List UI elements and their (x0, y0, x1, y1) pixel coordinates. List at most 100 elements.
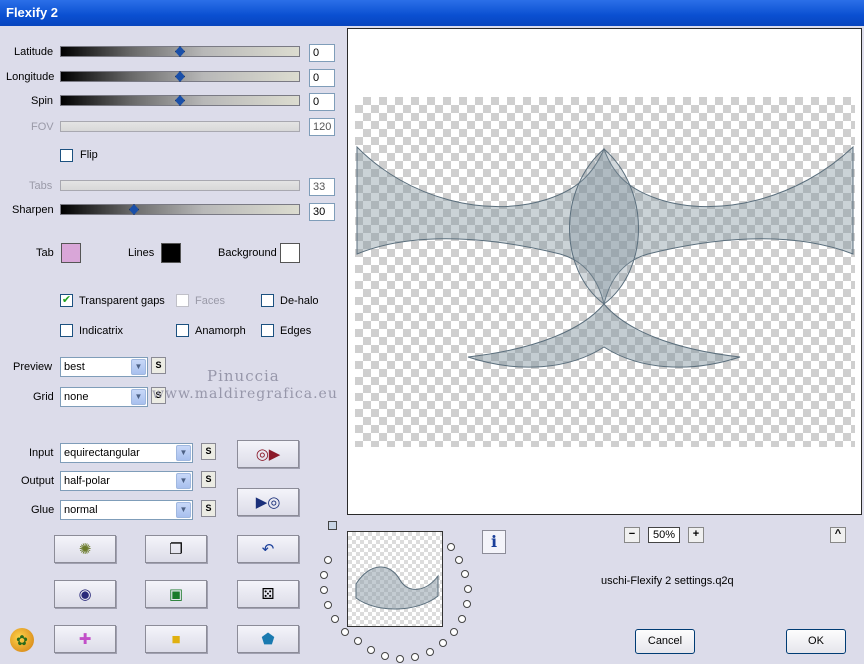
glue-select[interactable]: normal ▼ (60, 500, 193, 520)
lines-color-swatch[interactable] (161, 243, 181, 263)
random-dice-button[interactable]: ⚄ (237, 580, 299, 608)
tab-color-swatch[interactable] (61, 243, 81, 263)
faces-checkbox[interactable] (176, 294, 189, 307)
ok-button[interactable]: OK (786, 629, 846, 654)
undo-arrow-icon: ↶ (261, 541, 275, 558)
sharpen-slider-thumb[interactable] (129, 204, 139, 215)
input-s-button[interactable]: S (201, 443, 216, 460)
fov-slider[interactable] (60, 121, 300, 132)
dial-dot[interactable] (320, 571, 328, 579)
de-halo-checkbox[interactable] (261, 294, 274, 307)
latitude-input[interactable]: 0 (309, 44, 335, 62)
tabs-slider[interactable] (60, 180, 300, 191)
dial-dot[interactable] (331, 615, 339, 623)
sharpen-input[interactable]: 30 (309, 203, 335, 221)
randomize-globe-button[interactable]: ✺ (54, 535, 116, 563)
flip-checkbox[interactable] (60, 149, 73, 162)
spin-slider[interactable] (60, 95, 300, 106)
preview-select[interactable]: best ▼ (60, 357, 148, 377)
zoom-in-button[interactable]: + (688, 527, 704, 543)
grid-select[interactable]: none ▼ (60, 387, 148, 407)
spin-input[interactable]: 0 (309, 93, 335, 111)
watermark-line1: Pinuccia (207, 367, 280, 385)
settings-filename: uschi-Flexify 2 settings.q2q (601, 575, 734, 587)
frame-button[interactable]: ▣ (145, 580, 207, 608)
dial-dot[interactable] (320, 586, 328, 594)
new-document-button[interactable]: ❐ (145, 535, 207, 563)
cross-shape-button[interactable]: ✚ (54, 625, 116, 653)
dial-handle[interactable] (328, 521, 337, 530)
chevron-down-icon[interactable]: ▼ (131, 389, 146, 405)
indicatrix-checkbox[interactable] (60, 324, 73, 337)
zoom-out-button[interactable]: − (624, 527, 640, 543)
de-halo-label: De-halo (280, 295, 319, 307)
play-disc-button[interactable]: ▶◎ (237, 488, 299, 516)
anamorph-checkbox[interactable] (176, 324, 189, 337)
window-title: Flexify 2 (6, 5, 59, 20)
grid-label: Grid (33, 391, 54, 403)
ring-button[interactable]: ◉ (54, 580, 116, 608)
longitude-slider-thumb[interactable] (175, 71, 185, 82)
dial-dot[interactable] (463, 600, 471, 608)
pentagon-button[interactable]: ⬟ (237, 625, 299, 653)
dial-dot[interactable] (447, 543, 455, 551)
grid-select-value: none (64, 391, 89, 403)
chevron-down-icon[interactable]: ▼ (176, 473, 191, 489)
glue-s-button[interactable]: S (201, 500, 216, 517)
tab-color-label: Tab (36, 247, 54, 259)
undo-button[interactable]: ↶ (237, 535, 299, 563)
dial-dot[interactable] (354, 637, 362, 645)
dial-dot[interactable] (464, 585, 472, 593)
app-logo-icon: ✿ (10, 628, 34, 652)
cancel-button[interactable]: Cancel (635, 629, 695, 654)
dial-dot[interactable] (381, 652, 389, 660)
sharpen-slider[interactable] (60, 204, 300, 215)
longitude-label: Longitude (6, 71, 55, 83)
transparent-gaps-label: Transparent gaps (79, 295, 165, 307)
dial-dot[interactable] (458, 615, 466, 623)
longitude-slider[interactable] (60, 71, 300, 82)
background-color-swatch[interactable] (280, 243, 300, 263)
preview-s-button[interactable]: S (151, 357, 166, 374)
input-select[interactable]: equirectangular ▼ (60, 443, 193, 463)
output-label: Output (21, 475, 55, 487)
dial-dot[interactable] (450, 628, 458, 636)
edges-checkbox[interactable] (261, 324, 274, 337)
edges-label: Edges (280, 325, 312, 337)
collapse-button[interactable]: ^ (830, 527, 846, 543)
longitude-input[interactable]: 0 (309, 69, 335, 87)
dial-dot[interactable] (324, 556, 332, 564)
latitude-label: Latitude (14, 46, 54, 58)
dial-dot[interactable] (455, 556, 463, 564)
navigator-thumbnail[interactable] (347, 531, 443, 627)
dial-dot[interactable] (461, 570, 469, 578)
dial-dot[interactable] (426, 648, 434, 656)
dial-dot[interactable] (341, 628, 349, 636)
dial-dot[interactable] (367, 646, 375, 654)
chevron-down-icon[interactable]: ▼ (131, 359, 146, 375)
chevron-down-icon[interactable]: ▼ (176, 502, 191, 518)
spin-slider-thumb[interactable] (175, 95, 185, 106)
output-select[interactable]: half-polar ▼ (60, 471, 193, 491)
info-button[interactable]: i (482, 530, 506, 554)
faces-label: Faces (195, 295, 225, 307)
dial-dot[interactable] (439, 639, 447, 647)
latitude-slider-thumb[interactable] (175, 46, 185, 57)
transparent-gaps-checkbox[interactable]: ✔ (60, 294, 73, 307)
chevron-down-icon[interactable]: ▼ (176, 445, 191, 461)
tabs-input[interactable]: 33 (309, 178, 335, 196)
output-s-button[interactable]: S (201, 471, 216, 488)
dial-dot[interactable] (324, 601, 332, 609)
cube-button[interactable]: ■ (145, 625, 207, 653)
render-preview-button[interactable]: ◎▶ (237, 440, 299, 468)
output-select-value: half-polar (64, 475, 110, 487)
preview-canvas[interactable] (347, 28, 862, 515)
anamorph-label: Anamorph (195, 325, 246, 337)
latitude-slider[interactable] (60, 46, 300, 57)
fov-input[interactable]: 120 (309, 118, 335, 136)
flexify-dialog: Flexify 2 Latitude 0 Longitude 0 Spin 0 … (0, 0, 864, 664)
flip-label: Flip (80, 149, 98, 161)
dial-dot[interactable] (396, 655, 404, 663)
zoom-level: 50% (648, 527, 680, 543)
dial-dot[interactable] (411, 653, 419, 661)
